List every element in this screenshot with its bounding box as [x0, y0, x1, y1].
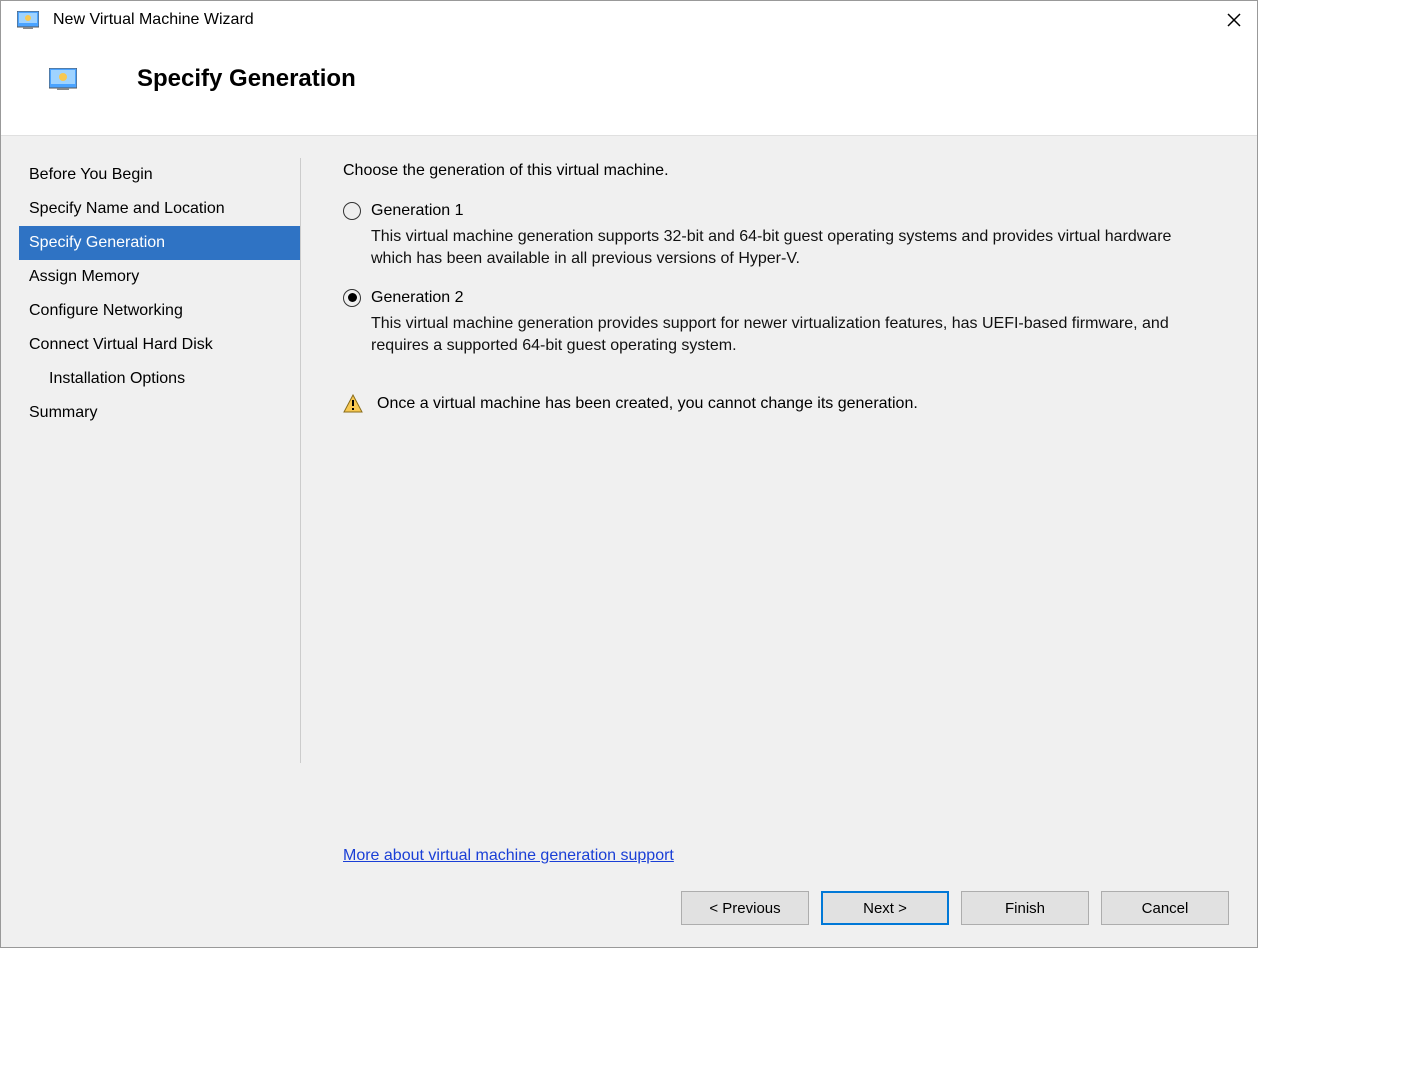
- step-specify-name-location[interactable]: Specify Name and Location: [19, 192, 300, 226]
- warning-text: Once a virtual machine has been created,…: [377, 395, 918, 413]
- step-summary[interactable]: Summary: [19, 396, 300, 430]
- warning-row: Once a virtual machine has been created,…: [343, 394, 1227, 414]
- radio-generation-2[interactable]: Generation 2 This virtual machine genera…: [343, 289, 1227, 358]
- radio-generation-1[interactable]: Generation 1 This virtual machine genera…: [343, 202, 1227, 271]
- step-before-you-begin[interactable]: Before You Begin: [19, 158, 300, 192]
- next-button[interactable]: Next >: [821, 891, 949, 925]
- radio-icon[interactable]: [343, 202, 361, 220]
- radio-icon[interactable]: [343, 289, 361, 307]
- wizard-steps-sidebar: Before You Begin Specify Name and Locati…: [1, 158, 301, 763]
- link-row: More about virtual machine generation su…: [343, 847, 674, 865]
- step-connect-vhd[interactable]: Connect Virtual Hard Disk: [19, 328, 300, 362]
- radio-description: This virtual machine generation supports…: [371, 226, 1191, 271]
- page-title: Specify Generation: [137, 65, 356, 93]
- step-configure-networking[interactable]: Configure Networking: [19, 294, 300, 328]
- previous-button[interactable]: < Previous: [681, 891, 809, 925]
- instruction-text: Choose the generation of this virtual ma…: [343, 162, 1227, 180]
- radio-label: Generation 2: [371, 289, 464, 307]
- finish-button[interactable]: Finish: [961, 891, 1089, 925]
- wizard-footer: < Previous Next > Finish Cancel: [1, 873, 1257, 947]
- radio-description: This virtual machine generation provides…: [371, 313, 1191, 358]
- header-icon: [49, 68, 77, 90]
- wizard-main-panel: Choose the generation of this virtual ma…: [301, 158, 1257, 873]
- cancel-button[interactable]: Cancel: [1101, 891, 1229, 925]
- more-about-link[interactable]: More about virtual machine generation su…: [343, 847, 674, 864]
- step-assign-memory[interactable]: Assign Memory: [19, 260, 300, 294]
- window-title: New Virtual Machine Wizard: [53, 11, 1223, 29]
- close-icon[interactable]: [1223, 9, 1245, 31]
- warning-icon: [343, 394, 363, 414]
- radio-label: Generation 1: [371, 202, 464, 220]
- titlebar: New Virtual Machine Wizard: [1, 1, 1257, 39]
- step-specify-generation[interactable]: Specify Generation: [19, 226, 300, 260]
- step-installation-options[interactable]: Installation Options: [19, 362, 300, 396]
- wizard-header: Specify Generation: [1, 39, 1257, 135]
- generation-radio-group: Generation 1 This virtual machine genera…: [343, 202, 1227, 414]
- wizard-body: Before You Begin Specify Name and Locati…: [1, 135, 1257, 873]
- app-icon: [17, 11, 39, 29]
